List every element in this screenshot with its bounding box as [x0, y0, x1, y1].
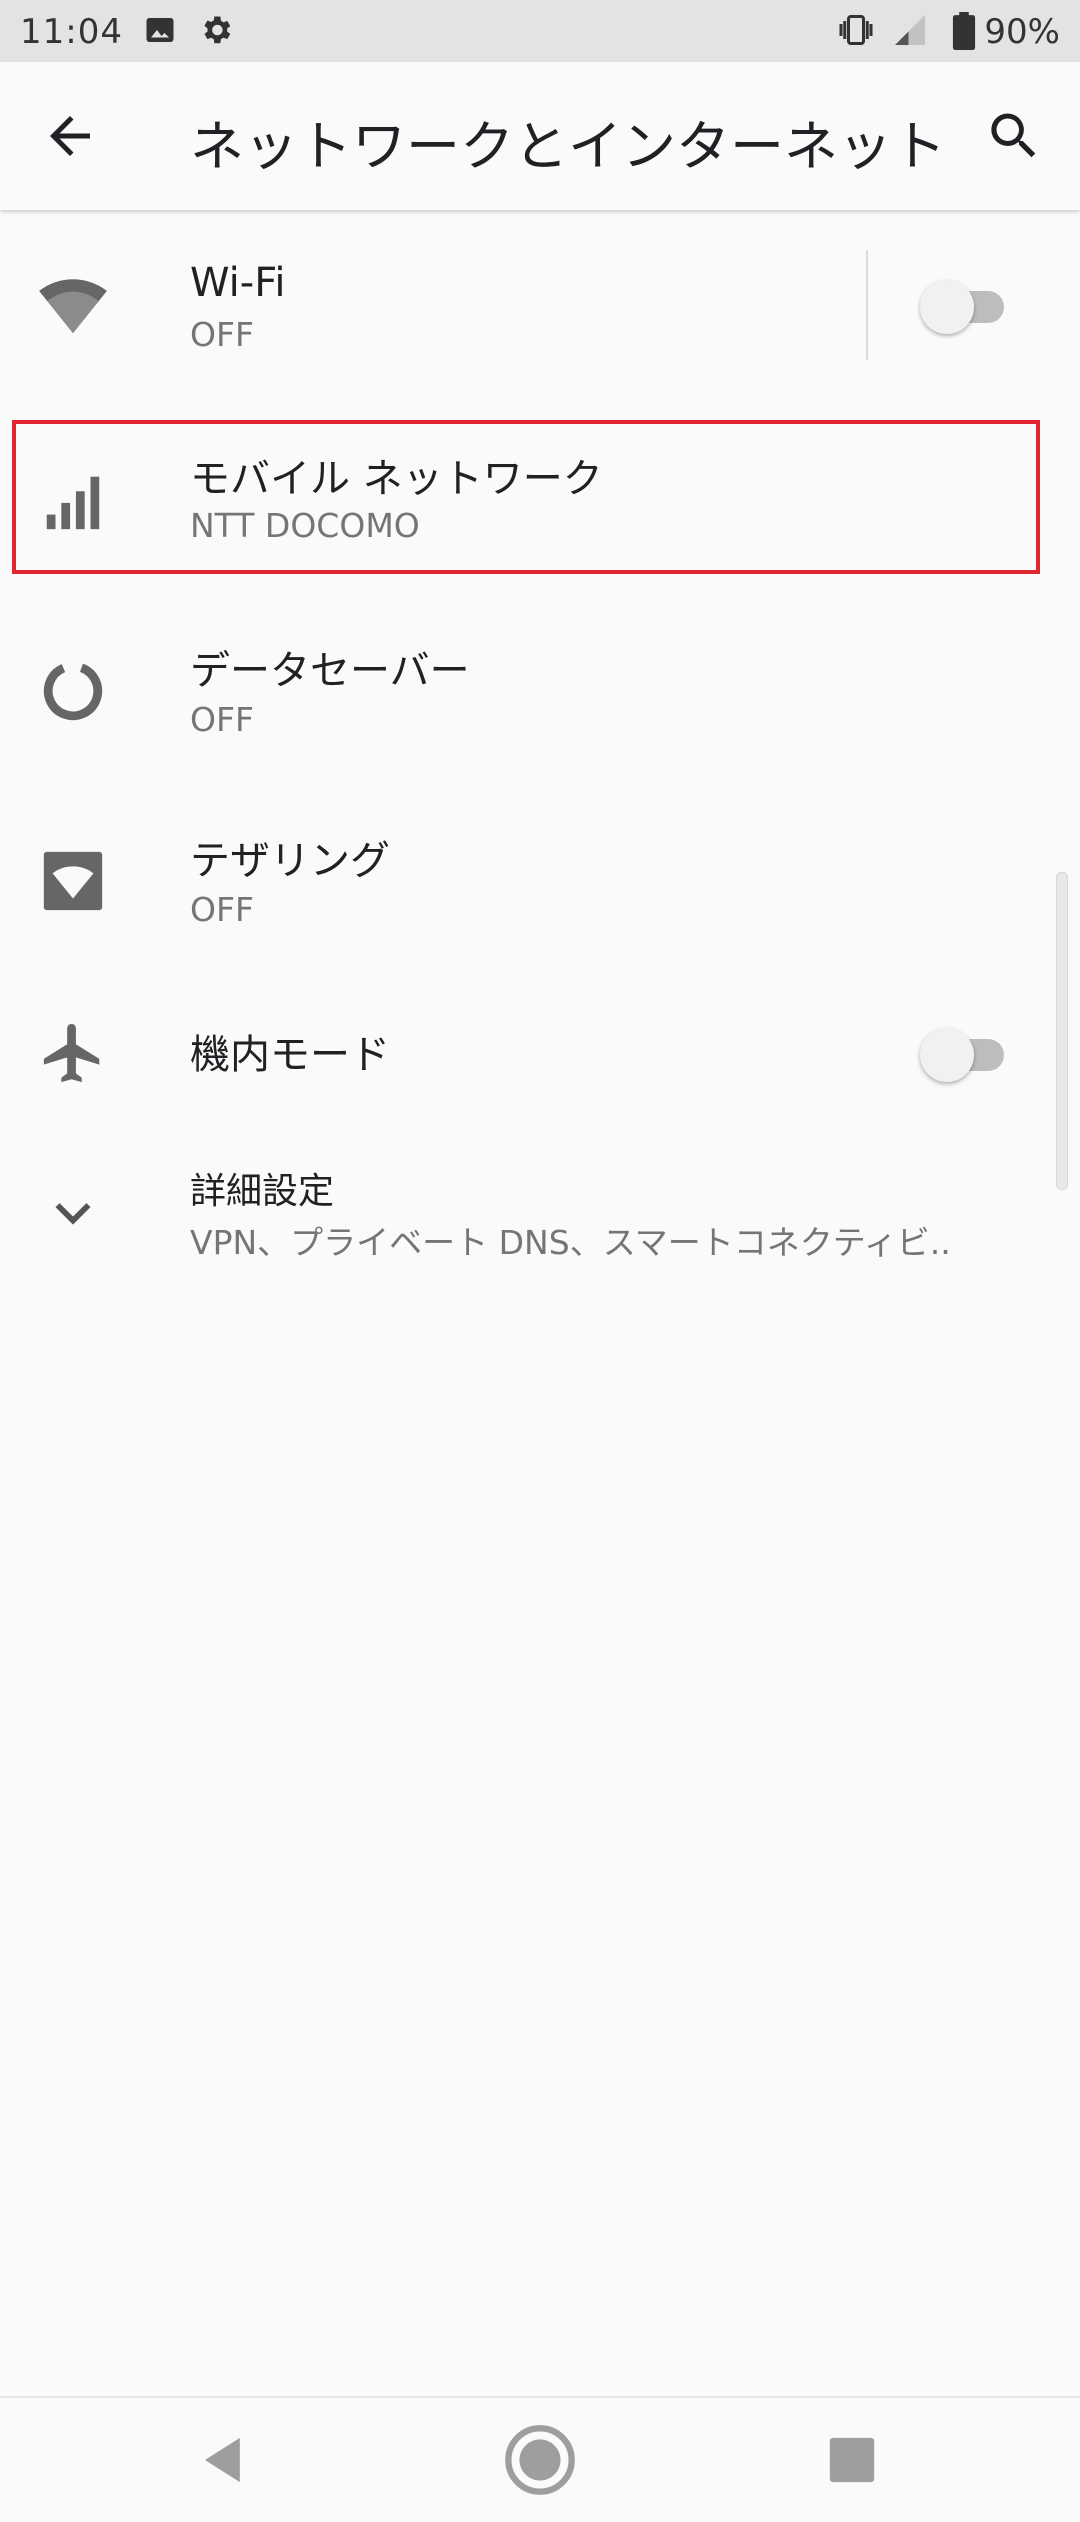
recents-icon[interactable]: [814, 2422, 890, 2498]
airplane-mode-toggle[interactable]: [920, 1020, 1006, 1086]
data-saver-title: データセーバー: [190, 648, 470, 694]
status-bar: 11:04 90%: [0, 0, 1080, 62]
back-arrow-icon[interactable]: [40, 106, 100, 166]
airplane-icon: [43, 1023, 100, 1083]
divider: [866, 250, 868, 360]
status-time: 11:04: [20, 12, 123, 52]
wifi-status: OFF: [190, 315, 254, 354]
scrollbar[interactable]: [1056, 872, 1068, 1190]
vibrate-icon: [839, 15, 873, 45]
gear-icon: [204, 16, 231, 44]
battery-icon: [952, 12, 976, 50]
mobile-network-title: モバイル ネットワーク: [190, 456, 603, 502]
toggle-thumb: [920, 1028, 974, 1082]
setting-advanced[interactable]: 詳細設定 VPN、プライベート DNS、スマートコネクティビ..: [0, 1140, 1080, 1290]
wifi-icon: [39, 279, 107, 334]
navigation-bar: [0, 2396, 1080, 2522]
home-icon[interactable]: [502, 2422, 578, 2498]
chevron-down-icon: [55, 1203, 91, 1225]
setting-mobile-network[interactable]: モバイル ネットワーク NTT DOCOMO: [0, 420, 1080, 574]
tethering-status: OFF: [190, 890, 254, 929]
setting-data-saver[interactable]: データセーバー OFF: [0, 600, 1080, 780]
signal-bars-icon: [46, 476, 100, 530]
signal-icon: [895, 15, 925, 45]
data-saver-status: OFF: [190, 700, 254, 739]
wifi-toggle[interactable]: [920, 272, 1006, 338]
tethering-title: テザリング: [190, 838, 390, 884]
hotspot-icon: [43, 851, 103, 911]
search-icon[interactable]: [984, 106, 1044, 166]
setting-airplane-mode[interactable]: 機内モード: [0, 980, 1080, 1130]
back-icon[interactable]: [186, 2422, 262, 2498]
setting-wifi[interactable]: Wi-Fi OFF: [0, 210, 1080, 400]
battery-level: 90%: [984, 12, 1060, 52]
mobile-network-carrier: NTT DOCOMO: [190, 506, 420, 545]
app-bar: ネットワークとインターネット: [0, 62, 1080, 210]
advanced-title: 詳細設定: [190, 1171, 335, 1212]
airplane-mode-title: 機内モード: [190, 1032, 390, 1078]
setting-tethering[interactable]: テザリング OFF: [0, 790, 1080, 970]
data-saver-icon: [43, 661, 103, 721]
page-title: ネットワークとインターネット: [190, 115, 946, 178]
image-icon: [146, 18, 174, 42]
advanced-summary: VPN、プライベート DNS、スマートコネクティビ..: [190, 1223, 951, 1262]
toggle-thumb: [920, 280, 974, 334]
wifi-title: Wi-Fi: [190, 260, 286, 306]
